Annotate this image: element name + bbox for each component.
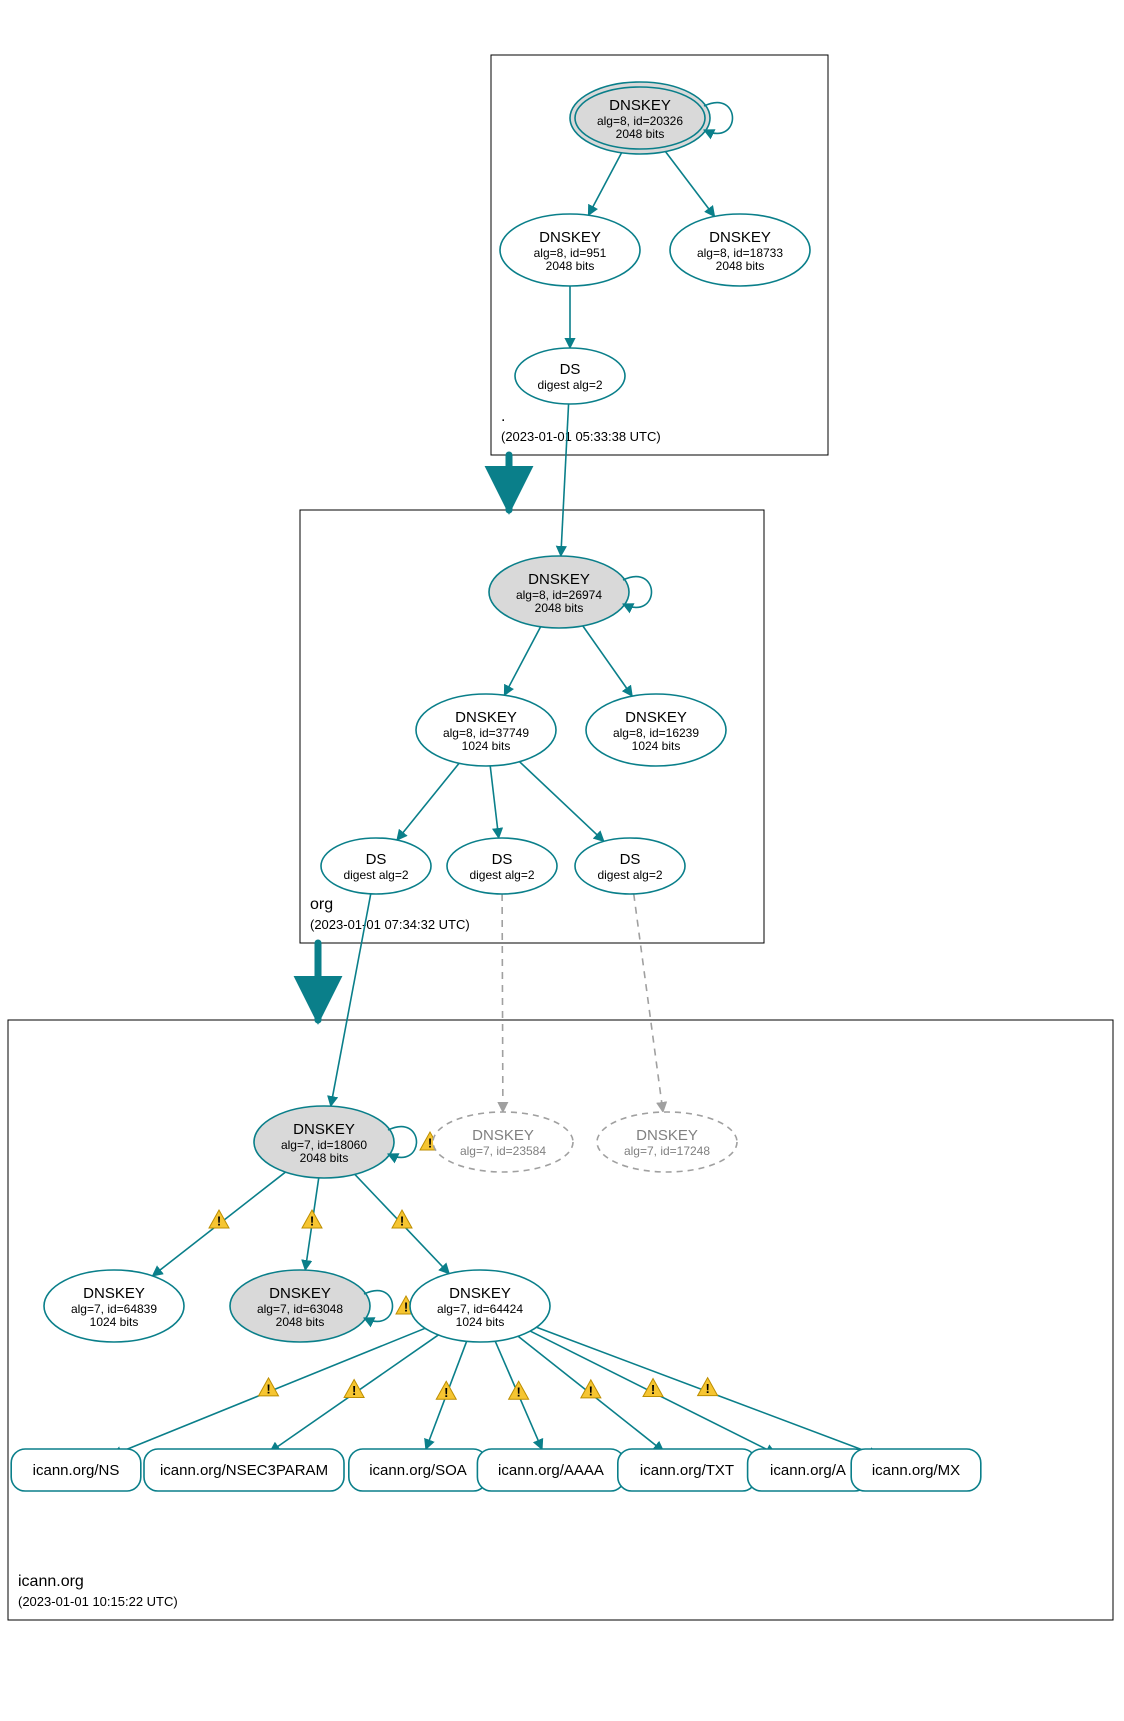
svg-text:DNSKEY: DNSKEY — [83, 1285, 145, 1302]
svg-text:icann.org: icann.org — [18, 1573, 84, 1590]
svg-text:!: ! — [310, 1214, 314, 1229]
node-ic_zsk2: DNSKEYalg=7, id=630482048 bits — [230, 1270, 370, 1342]
svg-text:alg=8, id=20326: alg=8, id=20326 — [597, 114, 683, 128]
rrset-rr_aaaa: icann.org/AAAA — [477, 1449, 624, 1491]
node-org_ds1: DSdigest alg=2 — [321, 838, 431, 894]
svg-text:alg=7, id=23584: alg=7, id=23584 — [460, 1144, 546, 1158]
svg-text:!: ! — [352, 1383, 356, 1398]
node-root_zsk2: DNSKEYalg=8, id=187332048 bits — [670, 214, 810, 286]
svg-text:digest alg=2: digest alg=2 — [469, 868, 534, 882]
svg-text:digest alg=2: digest alg=2 — [597, 868, 662, 882]
svg-text:!: ! — [400, 1214, 404, 1229]
warning-icon: ! — [392, 1210, 412, 1229]
svg-text:icann.org/NSEC3PARAM: icann.org/NSEC3PARAM — [160, 1462, 328, 1479]
svg-text:DNSKEY: DNSKEY — [455, 709, 517, 726]
svg-text:icann.org/NS: icann.org/NS — [33, 1462, 120, 1479]
svg-text:alg=7, id=64424: alg=7, id=64424 — [437, 1302, 523, 1316]
warning-icon: ! — [436, 1381, 456, 1400]
node-org_ksk: DNSKEYalg=8, id=269742048 bits — [489, 556, 629, 628]
svg-text:!: ! — [444, 1385, 448, 1400]
svg-text:2048 bits: 2048 bits — [716, 259, 765, 273]
svg-text:!: ! — [589, 1383, 593, 1398]
svg-text:.: . — [501, 408, 505, 425]
svg-text:org: org — [310, 896, 333, 913]
node-org_ds2: DSdigest alg=2 — [447, 838, 557, 894]
svg-text:DNSKEY: DNSKEY — [636, 1127, 698, 1144]
node-org_zsk2: DNSKEYalg=8, id=162391024 bits — [586, 694, 726, 766]
svg-text:!: ! — [705, 1381, 709, 1396]
node-org_ds3: DSdigest alg=2 — [575, 838, 685, 894]
rrset-rr_txt: icann.org/TXT — [618, 1449, 756, 1491]
svg-text:DS: DS — [366, 851, 387, 868]
svg-text:DNSKEY: DNSKEY — [269, 1285, 331, 1302]
node-ic_zsk3: DNSKEYalg=7, id=644241024 bits — [410, 1270, 550, 1342]
svg-text:2048 bits: 2048 bits — [535, 601, 584, 615]
svg-text:2048 bits: 2048 bits — [276, 1315, 325, 1329]
node-root_zsk: DNSKEYalg=8, id=9512048 bits — [500, 214, 640, 286]
node-root_ksk: DNSKEYalg=8, id=203262048 bits — [570, 82, 710, 154]
svg-text:DS: DS — [492, 851, 513, 868]
svg-text:DNSKEY: DNSKEY — [528, 571, 590, 588]
rrset-rr_mx: icann.org/MX — [851, 1449, 981, 1491]
svg-text:(2023-01-01 05:33:38 UTC): (2023-01-01 05:33:38 UTC) — [501, 429, 661, 444]
node-org_zsk: DNSKEYalg=8, id=377491024 bits — [416, 694, 556, 766]
svg-text:alg=8, id=16239: alg=8, id=16239 — [613, 726, 699, 740]
svg-text:alg=8, id=26974: alg=8, id=26974 — [516, 588, 602, 602]
svg-text:!: ! — [266, 1381, 270, 1396]
svg-text:!: ! — [428, 1136, 432, 1151]
node-ic_ghost1: DNSKEYalg=7, id=23584 — [433, 1112, 573, 1172]
warning-icon: ! — [509, 1381, 529, 1400]
svg-text:1024 bits: 1024 bits — [632, 739, 681, 753]
svg-text:1024 bits: 1024 bits — [456, 1315, 505, 1329]
svg-text:icann.org/MX: icann.org/MX — [872, 1462, 960, 1479]
svg-text:digest alg=2: digest alg=2 — [343, 868, 408, 882]
warning-icon: ! — [302, 1210, 322, 1229]
svg-text:DNSKEY: DNSKEY — [449, 1285, 511, 1302]
svg-text:1024 bits: 1024 bits — [90, 1315, 139, 1329]
svg-text:alg=7, id=17248: alg=7, id=17248 — [624, 1144, 710, 1158]
rrset-rr_ns: icann.org/NS — [11, 1449, 141, 1491]
rrset-rr_a: icann.org/A — [748, 1449, 869, 1491]
svg-text:icann.org/A: icann.org/A — [770, 1462, 846, 1479]
svg-text:!: ! — [516, 1385, 520, 1400]
svg-text:(2023-01-01 10:15:22 UTC): (2023-01-01 10:15:22 UTC) — [18, 1594, 178, 1609]
node-ic_ghost2: DNSKEYalg=7, id=17248 — [597, 1112, 737, 1172]
svg-text:(2023-01-01 07:34:32 UTC): (2023-01-01 07:34:32 UTC) — [310, 917, 470, 932]
svg-text:DS: DS — [620, 851, 641, 868]
svg-text:alg=8, id=37749: alg=8, id=37749 — [443, 726, 529, 740]
svg-text:icann.org/TXT: icann.org/TXT — [640, 1462, 734, 1479]
warning-icon: ! — [259, 1378, 279, 1397]
rrset-rr_soa: icann.org/SOA — [349, 1449, 487, 1491]
svg-text:DNSKEY: DNSKEY — [609, 97, 671, 114]
svg-text:2048 bits: 2048 bits — [546, 259, 595, 273]
svg-text:alg=7, id=64839: alg=7, id=64839 — [71, 1302, 157, 1316]
svg-text:DNSKEY: DNSKEY — [539, 229, 601, 246]
svg-text:!: ! — [217, 1214, 221, 1229]
svg-text:DNSKEY: DNSKEY — [472, 1127, 534, 1144]
svg-text:alg=8, id=951: alg=8, id=951 — [534, 246, 607, 260]
node-ic_zsk1: DNSKEYalg=7, id=648391024 bits — [44, 1270, 184, 1342]
svg-text:1024 bits: 1024 bits — [462, 739, 511, 753]
node-root_ds: DSdigest alg=2 — [515, 348, 625, 404]
node-ic_ksk: DNSKEYalg=7, id=180602048 bits — [254, 1106, 394, 1178]
svg-text:!: ! — [404, 1300, 408, 1315]
svg-text:digest alg=2: digest alg=2 — [537, 378, 602, 392]
svg-text:2048 bits: 2048 bits — [300, 1151, 349, 1165]
svg-text:!: ! — [651, 1382, 655, 1397]
svg-text:alg=8, id=18733: alg=8, id=18733 — [697, 246, 783, 260]
svg-text:2048 bits: 2048 bits — [616, 127, 665, 141]
svg-text:alg=7, id=63048: alg=7, id=63048 — [257, 1302, 343, 1316]
svg-text:DNSKEY: DNSKEY — [625, 709, 687, 726]
svg-text:DNSKEY: DNSKEY — [709, 229, 771, 246]
warning-icon: ! — [698, 1378, 718, 1397]
svg-text:alg=7, id=18060: alg=7, id=18060 — [281, 1138, 367, 1152]
svg-text:icann.org/SOA: icann.org/SOA — [369, 1462, 467, 1479]
svg-text:DNSKEY: DNSKEY — [293, 1121, 355, 1138]
dnssec-graph: . (2023-01-01 05:33:38 UTC) org (2023-01-01… — [0, 0, 1124, 1721]
svg-text:icann.org/AAAA: icann.org/AAAA — [498, 1462, 604, 1479]
warning-icon: ! — [643, 1379, 663, 1398]
svg-text:DS: DS — [560, 361, 581, 378]
rrset-rr_nsec3: icann.org/NSEC3PARAM — [144, 1449, 344, 1491]
